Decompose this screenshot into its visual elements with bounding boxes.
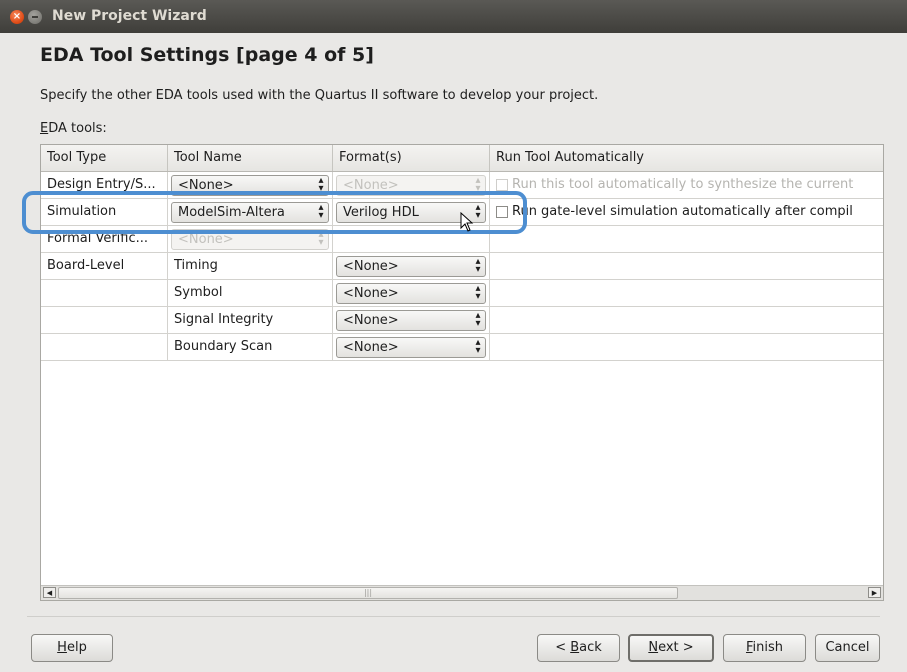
format-combo[interactable]: <None> ▴ ▾ — [336, 337, 486, 358]
run-tool-cell — [490, 307, 883, 334]
run-tool-label[interactable]: Run gate-level simulation automatically … — [512, 199, 853, 225]
cancel-button[interactable]: Cancel — [815, 634, 880, 662]
next-button[interactable]: Next > — [628, 634, 714, 662]
tool-type-cell — [41, 334, 168, 361]
tool-type-cell: Board-Level — [41, 253, 168, 280]
button-separator — [27, 616, 880, 617]
eda-tools-label: EDA tools: — [40, 121, 107, 136]
table-header: Tool Type Tool Name Format(s) Run Tool A… — [41, 145, 883, 172]
format-cell: <None> ▴ ▾ — [333, 334, 490, 361]
format-combo[interactable]: <None> ▴ ▾ — [336, 310, 486, 331]
tool-name-cell: Boundary Scan — [168, 334, 333, 361]
run-tool-cell — [490, 334, 883, 361]
run-tool-checkbox — [496, 179, 508, 191]
help-button[interactable]: Help — [31, 634, 113, 662]
column-header-tool-name[interactable]: Tool Name — [168, 145, 333, 171]
updown-arrows-icon: ▴ ▾ — [475, 283, 481, 302]
back-button[interactable]: < Back — [537, 634, 620, 662]
updown-arrows-icon: ▴ ▾ — [475, 256, 481, 275]
column-header-tool-type[interactable]: Tool Type — [41, 145, 168, 171]
column-header-run-tool[interactable]: Run Tool Automatically — [490, 145, 883, 171]
column-header-formats[interactable]: Format(s) — [333, 145, 490, 171]
tool-name-cell: Timing — [168, 253, 333, 280]
run-tool-cell: Run gate-level simulation automatically … — [490, 199, 883, 226]
table-row: Symbol <None> ▴ ▾ — [41, 280, 883, 307]
finish-button[interactable]: Finish — [723, 634, 806, 662]
run-tool-cell — [490, 226, 883, 253]
tool-name-cell: Signal Integrity — [168, 307, 333, 334]
table-row: Boundary Scan <None> ▴ ▾ — [41, 334, 883, 361]
run-tool-cell: Run this tool automatically to synthesiz… — [490, 172, 883, 199]
table-row: Board-Level Timing <None> ▴ ▾ — [41, 253, 883, 280]
format-combo[interactable]: <None> ▴ ▾ — [336, 256, 486, 277]
format-cell: <None> ▴ ▾ — [333, 307, 490, 334]
format-combo[interactable]: <None> ▴ ▾ — [336, 283, 486, 304]
simulation-row-highlight — [22, 191, 527, 234]
mouse-pointer-icon — [460, 212, 474, 232]
table-row: Signal Integrity <None> ▴ ▾ — [41, 307, 883, 334]
run-tool-label: Run this tool automatically to synthesiz… — [512, 177, 854, 192]
close-icon[interactable]: × — [10, 10, 24, 24]
window-title: New Project Wizard — [52, 8, 207, 24]
run-tool-cell — [490, 253, 883, 280]
scrollbar-thumb[interactable]: ||| — [58, 587, 678, 599]
tool-name-cell: Symbol — [168, 280, 333, 307]
scroll-left-icon[interactable]: ◀ — [43, 587, 56, 598]
updown-arrows-icon: ▴ ▾ — [475, 337, 481, 356]
format-cell: <None> ▴ ▾ — [333, 280, 490, 307]
instruction-text: Specify the other EDA tools used with th… — [40, 88, 599, 103]
tool-type-cell — [41, 307, 168, 334]
format-cell: <None> ▴ ▾ — [333, 253, 490, 280]
page-heading: EDA Tool Settings [page 4 of 5] — [40, 44, 374, 66]
updown-arrows-icon: ▴ ▾ — [475, 310, 481, 329]
window-titlebar: × New Project Wizard — [0, 0, 907, 33]
scroll-right-icon[interactable]: ▶ — [868, 587, 881, 598]
minimize-icon[interactable] — [28, 10, 42, 24]
run-tool-cell — [490, 280, 883, 307]
tool-type-cell — [41, 280, 168, 307]
horizontal-scrollbar[interactable]: ◀ ||| ▶ — [41, 585, 883, 600]
